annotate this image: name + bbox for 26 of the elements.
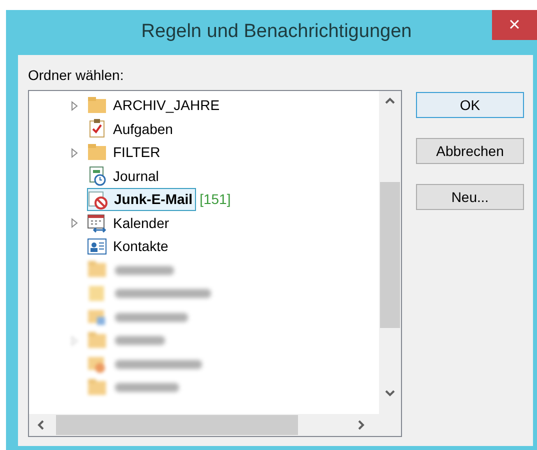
scroll-right-icon[interactable] xyxy=(358,420,365,430)
scroll-left-icon[interactable] xyxy=(37,420,44,430)
scrollbar-thumb[interactable] xyxy=(56,415,298,435)
selected-row-highlight[interactable]: Junk-E-Mail xyxy=(87,188,196,212)
close-button[interactable]: × xyxy=(492,10,537,40)
dialog-button[interactable]: Abbrechen xyxy=(416,138,524,164)
folder-label[interactable]: Kalender xyxy=(113,212,170,234)
folder-label[interactable]: Junk-E-Mail xyxy=(114,189,193,210)
window-title: Regeln und Benachrichtigungen xyxy=(141,20,412,44)
scroll-down-icon[interactable] xyxy=(385,390,395,397)
expand-icon[interactable] xyxy=(71,148,78,158)
folder-label[interactable]: Aufgaben xyxy=(113,118,173,140)
expand-icon[interactable] xyxy=(71,218,78,228)
folder-label[interactable]: FILTER xyxy=(113,142,160,164)
dialog-button[interactable]: OK xyxy=(416,92,524,118)
folder-label[interactable]: Journal xyxy=(113,166,159,187)
expand-icon[interactable] xyxy=(71,100,78,111)
unread-count: [151] xyxy=(200,190,231,210)
dialog-button[interactable]: Neu... xyxy=(416,184,524,210)
vertical-scrollbar[interactable] xyxy=(379,91,401,414)
scroll-up-icon[interactable] xyxy=(385,97,395,104)
scrollbar-thumb[interactable] xyxy=(380,182,400,328)
prompt-label: Ordner wählen: xyxy=(28,66,125,85)
horizontal-scrollbar[interactable] xyxy=(29,414,401,436)
folder-label[interactable]: Kontakte xyxy=(113,236,168,258)
folder-label[interactable]: ARCHIV_JAHRE xyxy=(113,95,220,116)
